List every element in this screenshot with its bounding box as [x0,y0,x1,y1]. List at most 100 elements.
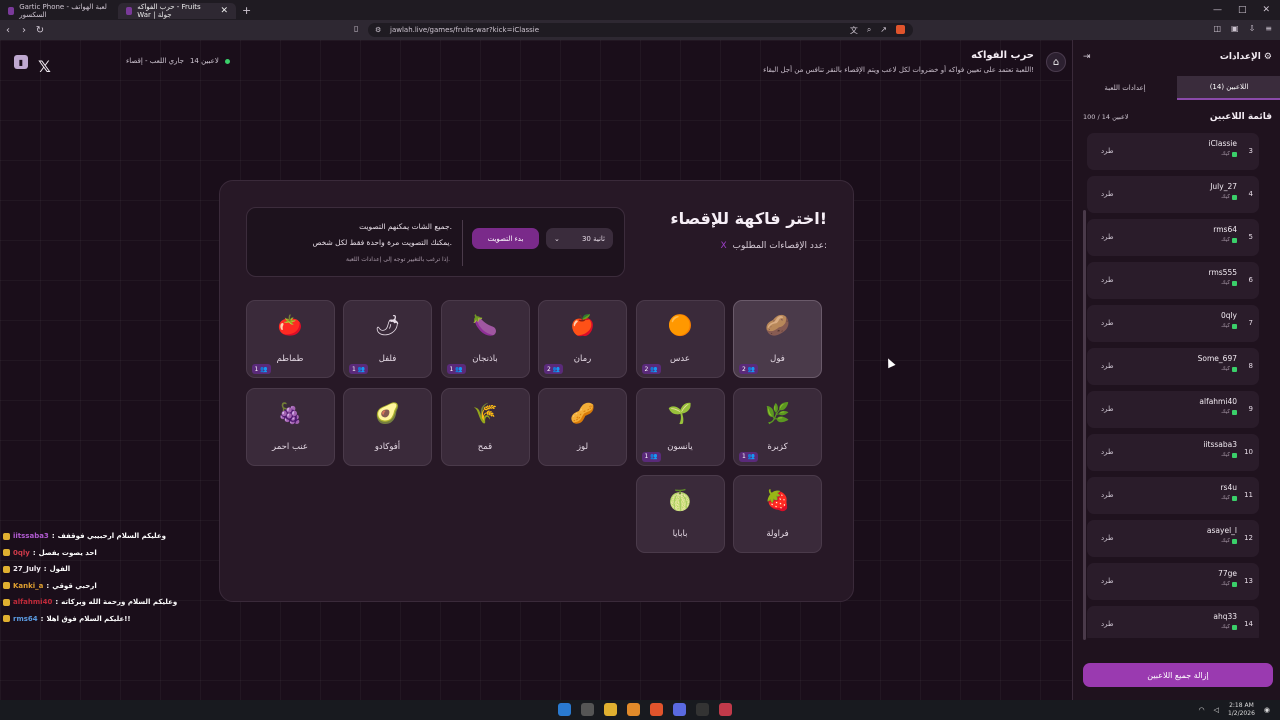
chat-message: Kanki_a: ارحبي قوقي [3,578,177,595]
kick-player-button[interactable]: طرد [1101,491,1114,499]
kick-player-button[interactable]: طرد [1101,233,1114,241]
collapse-panel-icon[interactable]: ⇥ [1083,52,1091,62]
volume-icon[interactable]: ◁ [1214,706,1219,714]
translate-icon[interactable]: 文 [850,25,858,36]
player-number: 8 [1248,362,1253,370]
minimize-icon[interactable]: — [1213,5,1222,15]
fruit-card[interactable]: 🟠 عدس 2 👥 [635,300,725,378]
tab-game-settings[interactable]: إعدادات اللعبة [1073,76,1177,100]
brave-shield-icon[interactable] [896,24,905,34]
downloads-icon[interactable]: ⇩ [1249,24,1256,33]
forward-icon[interactable]: › [16,25,32,36]
kick-player-button[interactable]: طرد [1101,190,1114,198]
chat-username[interactable]: iitssaba3 [13,528,49,545]
chat-separator: : [55,598,59,606]
twitch-icon[interactable]: ▮ [14,55,28,69]
chat-username[interactable]: alfahmi40 [13,594,52,611]
home-button[interactable]: ⌂ [1046,52,1066,72]
kick-player-button[interactable]: طرد [1101,276,1114,284]
kick-platform-icon [1232,581,1237,587]
chat-username[interactable]: 0qly [13,545,30,562]
kick-player-button[interactable]: طرد [1101,405,1114,413]
chat-username[interactable]: 27_July [13,561,41,578]
fruit-count: 1 [352,365,356,373]
terminal-icon[interactable] [696,703,709,716]
fruit-card[interactable]: 🥑 أفوكادو [343,387,432,466]
vote-time-select[interactable]: ⌄ 30 ثانية [546,228,613,249]
zoom-icon[interactable]: ⌕ [867,25,871,36]
fruit-card[interactable]: 🍇 عنب احمر [245,387,335,466]
chat-username[interactable]: Kanki_a [13,578,43,595]
fruit-card[interactable]: 🍆 باذنجان 1 👥 [440,300,530,378]
player-name: iClassie [1208,139,1237,148]
tab-label: Gartic Phone - لعبة الهواتف السكسور [19,3,107,19]
fruit-card[interactable]: 🥔 فول 2 👥 [733,300,822,378]
bookmark-icon[interactable]: ▯ [354,24,358,33]
player-row: 7 0qly كيك طرد [1087,305,1259,342]
remove-all-players-button[interactable]: إزالة جميع اللاعبين [1083,663,1273,687]
kick-player-button[interactable]: طرد [1101,448,1114,456]
kick-player-button[interactable]: طرد [1101,319,1114,327]
obs-icon[interactable] [719,703,732,716]
player-role-label: كيك [1221,237,1230,243]
fruit-card[interactable]: 🌿 كزبرة 1 👥 [733,387,822,466]
maximize-icon[interactable]: □ [1238,5,1247,15]
browser-tab-fruits-war[interactable]: حرب الفواكه - Fruits War | جولة ✕ [118,3,236,19]
tab-players[interactable]: اللاعبين (14) [1177,76,1280,100]
fruit-card[interactable]: 🥜 لوز [538,387,627,466]
app-icon[interactable] [627,703,640,716]
player-number: 3 [1248,147,1253,155]
home-icon: ⌂ [1052,56,1060,68]
browser-tab-gartic[interactable]: Gartic Phone - لعبة الهواتف السكسور [0,3,118,19]
fruit-icon: 🥔 [765,313,790,337]
site-info-icon[interactable]: ⚙ [375,26,381,34]
share-icon[interactable]: ↗ [880,25,887,36]
chat-message: alfahmi40: وعليكم السلام ورحمة الله وبركا… [3,594,177,611]
kick-player-button[interactable]: طرد [1101,362,1114,370]
browser-toolbar: ‹ › ↻ ▯ ⚙ jawlah.live/games/fruits-war?k… [0,20,1280,40]
gartic-favicon-icon [8,7,15,15]
address-bar[interactable]: ⚙ jawlah.live/games/fruits-war?kick=iCla… [368,23,913,37]
fruit-card[interactable]: 🌶 فلفل 1 👥 [343,300,432,378]
fruit-icon: 🍇 [277,400,303,425]
new-tab-icon[interactable]: + [242,4,251,17]
fruit-card[interactable]: 🍓 فراولة [733,475,822,553]
kick-player-button[interactable]: طرد [1101,147,1114,155]
fruit-card[interactable]: 🍎 رمان 2 👥 [538,300,627,378]
brave-icon[interactable] [650,703,663,716]
discord-icon[interactable] [673,703,686,716]
kick-platform-icon [1232,366,1237,372]
start-vote-button[interactable]: بدء التصويت [472,228,539,249]
extensions-icon[interactable]: ◫ [1213,24,1221,33]
search-icon[interactable] [581,703,594,716]
wallet-icon[interactable]: ▣ [1231,24,1239,33]
fruit-count: 1 [644,453,649,460]
game-page: ▮ 𝕏 جاري اللعب - إقصاء 14 لاعبين حرب الف… [0,40,1072,700]
start-icon[interactable] [558,703,571,716]
kick-player-button[interactable]: طرد [1101,577,1114,585]
chat-username[interactable]: rms64 [13,611,38,628]
close-tab-icon[interactable]: ✕ [220,6,228,16]
fruit-icon: 🌿 [765,400,790,425]
menu-icon[interactable]: ≡ [1265,24,1272,33]
player-row: 13 77ge كيك طرد [1087,563,1259,600]
clock[interactable]: 2:18 AM 1/2/2026 [1228,702,1255,718]
fruit-card[interactable]: 🌾 قمح [440,387,530,466]
reload-icon[interactable]: ↻ [32,25,48,36]
fruit-card[interactable]: 🍈 بابايا [635,475,725,553]
notification-icon[interactable]: ◉ [1264,706,1270,714]
back-icon[interactable]: ‹ [0,25,16,36]
players-scrollbar[interactable] [1083,210,1086,640]
fruit-card[interactable]: 🍅 طماطم 1 👥 [245,300,335,378]
game-status: جاري اللعب - إقصاء 14 لاعبين [126,57,230,65]
chat-separator: : [32,548,36,557]
x-logo-icon[interactable]: 𝕏 [38,57,51,76]
file-explorer-icon[interactable] [604,703,617,716]
chevron-down-icon: ⌄ [554,234,560,243]
kick-player-button[interactable]: طرد [1101,620,1114,628]
player-name: alfahmi40 [1199,397,1237,406]
close-window-icon[interactable]: ✕ [1262,5,1270,15]
wifi-icon[interactable]: ◠ [1198,706,1204,714]
kick-player-button[interactable]: طرد [1101,534,1114,542]
fruit-card[interactable]: 🌱 يانسون 1 👥 [635,387,725,466]
